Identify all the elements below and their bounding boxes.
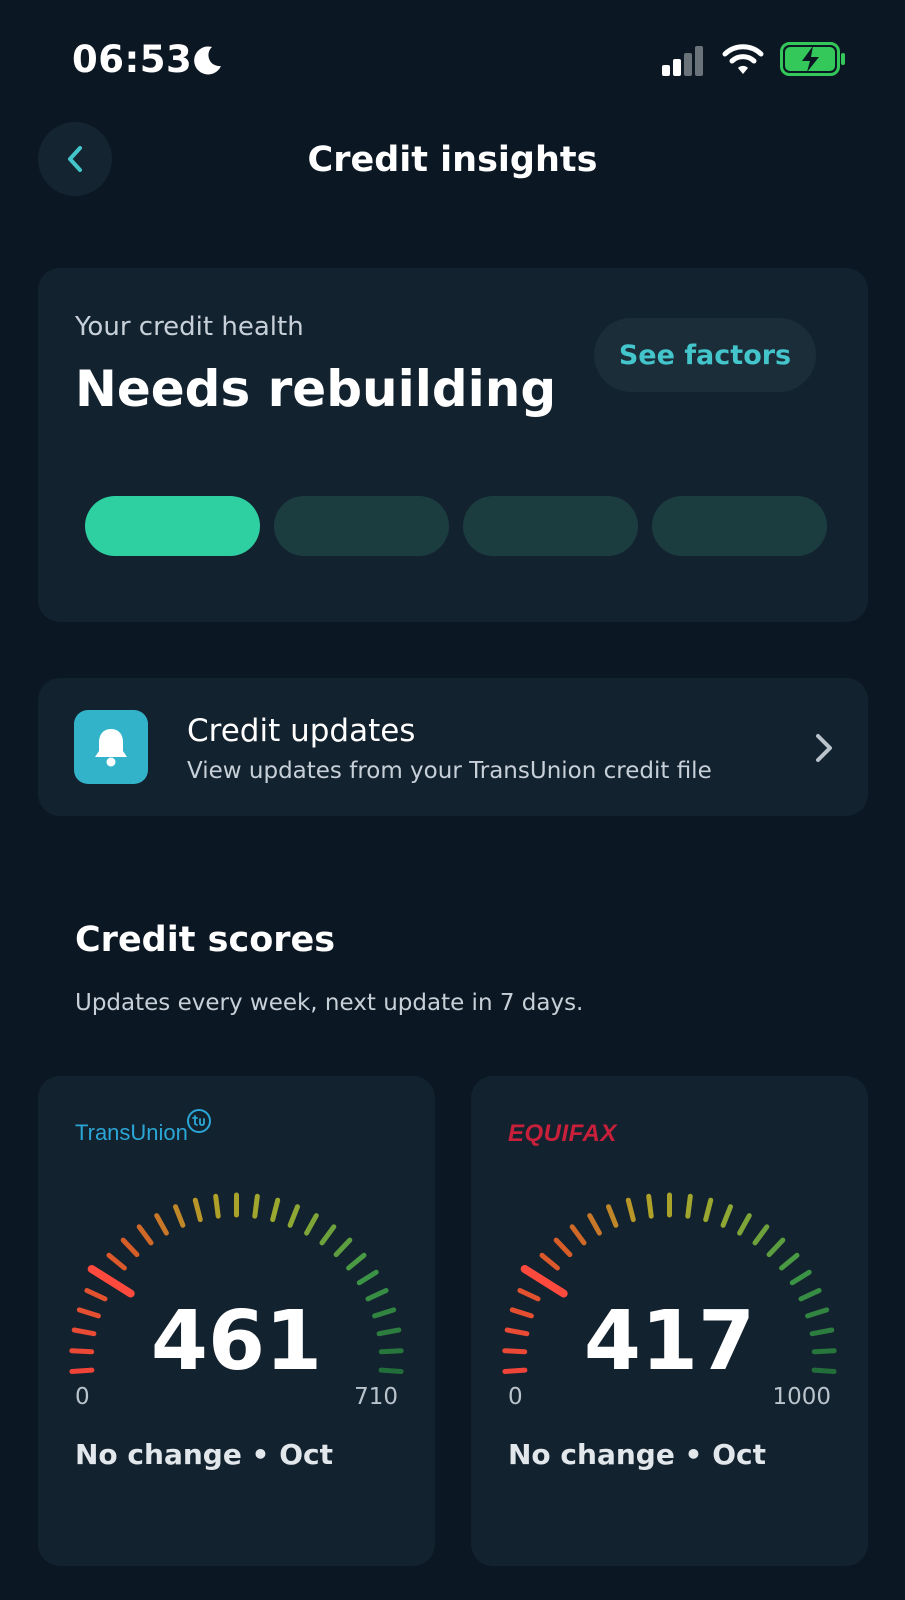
credit-health-status: Needs rebuilding <box>75 360 557 418</box>
transunion-score-change: No change • Oct <box>75 1438 333 1471</box>
transunion-score-card[interactable]: TransUnion 461 0 710 No change • Oct <box>38 1076 435 1566</box>
credit-health-meter <box>85 496 827 556</box>
credit-scores-subtitle: Updates every week, next update in 7 day… <box>75 990 584 1016</box>
gauge-tick <box>606 1204 619 1228</box>
gauge-tick <box>213 1193 221 1219</box>
gauge-tick <box>646 1193 654 1219</box>
status-bar: 06:53 <box>0 0 905 120</box>
gauge-tick <box>304 1213 319 1236</box>
transunion-range-min: 0 <box>75 1384 90 1410</box>
credit-health-segment-2 <box>274 496 449 556</box>
transunion-score-value: 461 <box>150 1294 323 1389</box>
gauge-tick <box>319 1224 337 1246</box>
gauge-tick <box>587 1213 602 1236</box>
wifi-icon <box>722 44 764 74</box>
gauge-tick <box>173 1204 186 1228</box>
credit-health-segment-1 <box>85 496 260 556</box>
page-title: Credit insights <box>307 140 598 180</box>
gauge-tick <box>553 1237 573 1258</box>
gauge-tick <box>106 1252 127 1271</box>
gauge-tick <box>703 1197 714 1223</box>
battery-charging-icon <box>780 42 845 76</box>
see-factors-button[interactable]: See factors <box>594 318 816 392</box>
gauge-tick <box>779 1252 800 1271</box>
gauge-tick <box>120 1237 140 1258</box>
gauge-tick <box>752 1224 770 1246</box>
bell-icon-badge <box>74 710 148 784</box>
gauge-tick <box>625 1197 636 1223</box>
credit-health-segment-4 <box>652 496 827 556</box>
status-time: 06:53 <box>72 38 193 81</box>
equifax-range-max: 1000 <box>772 1384 831 1410</box>
signal-icon <box>662 46 703 76</box>
gauge-tick <box>252 1193 260 1219</box>
credit-health-label: Your credit health <box>75 312 304 342</box>
gauge-tick <box>737 1213 752 1236</box>
equifax-range-min: 0 <box>508 1384 523 1410</box>
equifax-score-change: No change • Oct <box>508 1438 766 1471</box>
gauge-tick <box>356 1269 379 1286</box>
gauge-tick <box>154 1213 169 1236</box>
transunion-range-max: 710 <box>354 1384 398 1410</box>
moon-icon <box>194 46 221 75</box>
gauge-tick <box>539 1252 560 1271</box>
credit-updates-subtitle: View updates from your TransUnion credit… <box>187 758 712 784</box>
gauge-tick <box>685 1193 693 1219</box>
bell-icon <box>95 729 127 767</box>
gauge-tick <box>346 1252 367 1271</box>
gauge-tick <box>789 1269 812 1286</box>
gauge-tick <box>192 1197 203 1223</box>
gauge-indicator <box>87 1265 135 1298</box>
gauge-tick <box>569 1224 587 1246</box>
equifax-score-card[interactable]: EQUIFAX 417 0 1000 No change • Oct <box>471 1076 868 1566</box>
credit-health-segment-3 <box>463 496 638 556</box>
gauge-tick <box>333 1237 353 1258</box>
gauge-tick <box>720 1204 733 1228</box>
chevron-right-icon <box>816 734 832 762</box>
gauge-tick <box>270 1197 281 1223</box>
gauge-tick <box>136 1224 154 1246</box>
gauge-tick <box>287 1204 300 1228</box>
gauge-indicator <box>520 1265 568 1298</box>
credit-scores-title: Credit scores <box>75 920 336 960</box>
credit-health-card: Your credit health Needs rebuilding See … <box>38 268 868 622</box>
credit-updates-title: Credit updates <box>187 713 416 749</box>
equifax-score-value: 417 <box>583 1294 756 1389</box>
gauge-tick <box>766 1237 786 1258</box>
transunion-logo: TransUnion <box>75 1120 188 1145</box>
equifax-logo: EQUIFAX <box>508 1120 617 1147</box>
transunion-badge-icon <box>187 1109 211 1133</box>
credit-updates-row[interactable]: Credit updates View updates from your Tr… <box>38 678 868 816</box>
